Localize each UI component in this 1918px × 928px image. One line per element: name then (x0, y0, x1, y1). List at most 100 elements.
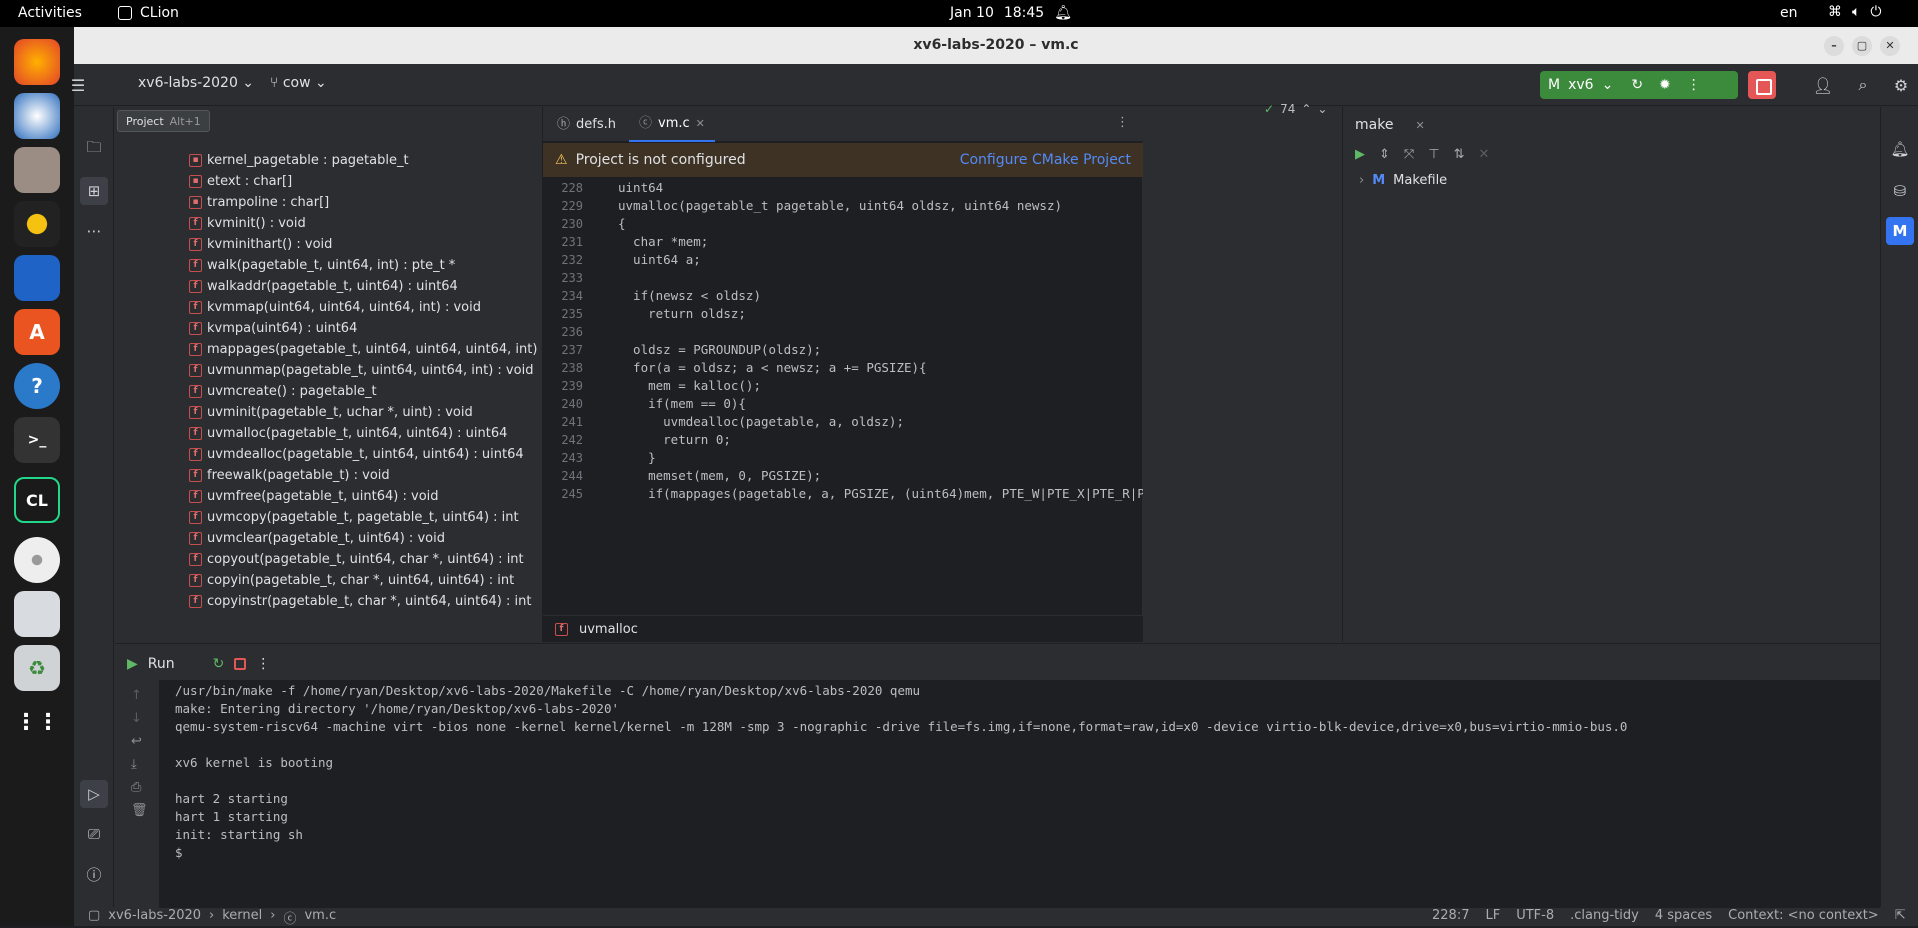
list-item[interactable]: f copyout(pagetable_t, uint64, char *, ui… (189, 549, 537, 570)
scroll-to-end-icon[interactable]: ⤓ (131, 757, 148, 772)
list-item[interactable]: f mappages(pagetable_t, uint64, uint64, u… (189, 339, 537, 360)
debug-icon[interactable]: ✹ (1659, 77, 1671, 93)
list-item[interactable]: f uvminit(pagetable_t, uchar *, uint) : v… (189, 402, 537, 423)
stop-button[interactable] (1748, 71, 1776, 99)
list-item[interactable]: f uvmdealloc(pagetable_t, uint64, uint64)… (189, 444, 537, 465)
list-item[interactable]: f uvmfree(pagetable_t, uint64) : void (189, 486, 537, 507)
linter-config[interactable]: .clang-tidy (1570, 908, 1639, 923)
clear-icon[interactable]: ✕ (1479, 147, 1490, 162)
files-icon[interactable] (14, 147, 60, 193)
line-separator[interactable]: LF (1485, 908, 1500, 923)
collapse-all-icon[interactable]: ⤧ (1404, 147, 1414, 162)
list-item[interactable]: f kvminithart() : void (189, 234, 537, 255)
database-icon[interactable]: ⛁ (1886, 177, 1914, 205)
clion-icon[interactable]: CL (14, 477, 60, 523)
more-tools-icon[interactable]: ⋯ (80, 217, 108, 245)
terminal-tool-icon[interactable]: ⎚ (80, 820, 108, 848)
chevron-up-icon[interactable]: ⌃ (1301, 102, 1311, 116)
list-item[interactable]: f uvmclear(pagetable_t, uint64) : void (189, 528, 537, 549)
project-switcher[interactable]: xv6-labs-2020 ⌄ (138, 75, 254, 91)
code-line[interactable]: 245 if(mappages(pagetable, a, PGSIZE, (u… (543, 483, 1143, 505)
maximize-button[interactable]: ▢ (1852, 36, 1872, 56)
close-icon[interactable]: ✕ (696, 106, 705, 141)
sort-icon[interactable]: ⇅ (1454, 147, 1465, 162)
list-item[interactable]: f copyinstr(pagetable_t, char *, uint64, … (189, 591, 537, 612)
main-menu-icon[interactable]: ☰ (65, 72, 91, 98)
structure-icon[interactable]: ⊞ (80, 177, 108, 205)
list-item[interactable]: f copyin(pagetable_t, char *, uint64, uin… (189, 570, 537, 591)
list-item[interactable]: f uvmcopy(pagetable_t, pagetable_t, uint6… (189, 507, 537, 528)
list-item[interactable]: f uvmunmap(pagetable_t, uint64, uint64, i… (189, 360, 537, 381)
down-arrow-icon[interactable]: ↓ (131, 711, 148, 726)
breadcrumb-function[interactable]: uvmalloc (579, 622, 638, 637)
tab-defs-h[interactable]: ⓗ defs.h (547, 107, 626, 142)
status-crumb-project[interactable]: xv6-labs-2020 (108, 908, 201, 927)
gear-icon[interactable]: ⚙ (1888, 72, 1914, 98)
configure-cmake-link[interactable]: Configure CMake Project (960, 152, 1131, 168)
soft-wrap-icon[interactable]: ↩ (131, 734, 148, 749)
clock[interactable]: Jan 10 18:45 🔔︎ (950, 5, 1072, 21)
list-item[interactable]: ▪ kernel_pagetable : pagetable_t (189, 150, 537, 171)
expand-all-icon[interactable]: ⇕ (1379, 147, 1390, 162)
app-menu[interactable]: CLion (118, 5, 179, 21)
list-item[interactable]: f walk(pagetable_t, uint64, int) : pte_t … (189, 255, 537, 276)
minimize-button[interactable]: – (1824, 36, 1844, 56)
list-item[interactable]: ▪ etext : char[] (189, 171, 537, 192)
app-grid-icon[interactable]: ⋮⋮ (14, 699, 60, 745)
filter-icon[interactable]: ⊤ (1428, 147, 1439, 162)
run-target-icon[interactable]: ▶ (1355, 147, 1365, 162)
software-icon[interactable]: A (14, 309, 60, 355)
inspection-widget[interactable]: ✓ 74 ⌃ ⌄ (1264, 102, 1327, 116)
status-crumb-folder[interactable]: kernel (222, 908, 262, 927)
firefox-icon[interactable] (14, 39, 60, 85)
stop-icon[interactable] (234, 658, 247, 670)
problems-icon[interactable]: ⓘ (80, 860, 108, 888)
caret-position[interactable]: 228:7 (1432, 908, 1469, 923)
text-editor-icon[interactable] (14, 591, 60, 637)
help-icon[interactable]: ? (14, 363, 60, 409)
language-indicator[interactable]: en (1780, 5, 1798, 21)
rhythmbox-icon[interactable] (14, 201, 60, 247)
list-item[interactable]: f freewalk(pagetable_t) : void (189, 465, 537, 486)
console-output[interactable]: /usr/bin/make -f /home/ryan/Desktop/xv6-… (159, 680, 1880, 908)
disc-icon[interactable] (14, 537, 60, 583)
context-selector[interactable]: Context: <no context> (1728, 908, 1879, 923)
folder-icon[interactable]: 🗀 (80, 135, 108, 163)
vcs-branch-widget[interactable]: ⑂ cow ⌄ (270, 75, 327, 91)
trash-icon[interactable]: ♻ (14, 645, 60, 691)
list-item[interactable]: f kvmmap(uint64, uint64, uint64, int) : v… (189, 297, 537, 318)
rerun-icon[interactable]: ↻ (1631, 77, 1643, 93)
lock-icon[interactable]: ⇱ (1895, 908, 1906, 923)
system-menu[interactable]: ⌘ 🔈︎ ⏻ (1828, 4, 1881, 20)
file-encoding[interactable]: UTF-8 (1516, 908, 1554, 923)
print-icon[interactable]: ⎙ (131, 780, 148, 795)
trash-icon[interactable]: 🗑︎ (131, 803, 148, 818)
add-user-icon[interactable]: 👤︎ (1810, 72, 1836, 98)
notifications-icon[interactable]: 🔔︎ (1886, 135, 1914, 163)
more-actions-icon[interactable]: ⋮ (1687, 77, 1701, 93)
terminal-icon[interactable]: >_ (14, 417, 60, 463)
rerun-icon[interactable]: ↻ (213, 656, 225, 672)
list-item[interactable]: f walkaddr(pagetable_t, uint64) : uint64 (189, 276, 537, 297)
chevron-down-icon[interactable]: ⌄ (1317, 102, 1327, 116)
tab-options-icon[interactable]: ⋮ (1116, 115, 1129, 130)
list-item[interactable]: f uvmalloc(pagetable_t, uint64, uint64) :… (189, 423, 537, 444)
list-item[interactable]: ▪ trampoline : char[] (189, 192, 537, 213)
list-item[interactable]: f kvmpa(uint64) : uint64 (189, 318, 537, 339)
run-tool-icon[interactable]: ▷ (80, 780, 108, 808)
run-configuration-widget[interactable]: M xv6 ⌄ ↻ ✹ ⋮ (1540, 71, 1738, 99)
close-icon[interactable]: ✕ (1415, 119, 1424, 132)
list-item[interactable]: f kvminit() : void (189, 213, 537, 234)
thunderbird-icon[interactable] (14, 93, 60, 139)
up-arrow-icon[interactable]: ↑ (131, 688, 148, 703)
activities-button[interactable]: Activities (18, 5, 82, 21)
tab-vm-c[interactable]: ⓒ vm.c ✕ (629, 107, 715, 142)
writer-icon[interactable] (14, 255, 60, 301)
code-area[interactable]: 228 uint64 229 uvmalloc(pagetable_t pagetab… (543, 177, 1143, 581)
more-options-icon[interactable]: ⋮ (256, 656, 270, 672)
status-crumb-file[interactable]: vm.c (304, 908, 336, 927)
make-tool-icon[interactable]: M (1886, 217, 1914, 245)
close-window-button[interactable]: ✕ (1880, 36, 1900, 56)
makefile-tree-item[interactable]: › M Makefile (1359, 173, 1447, 188)
indent-setting[interactable]: 4 spaces (1655, 908, 1712, 923)
